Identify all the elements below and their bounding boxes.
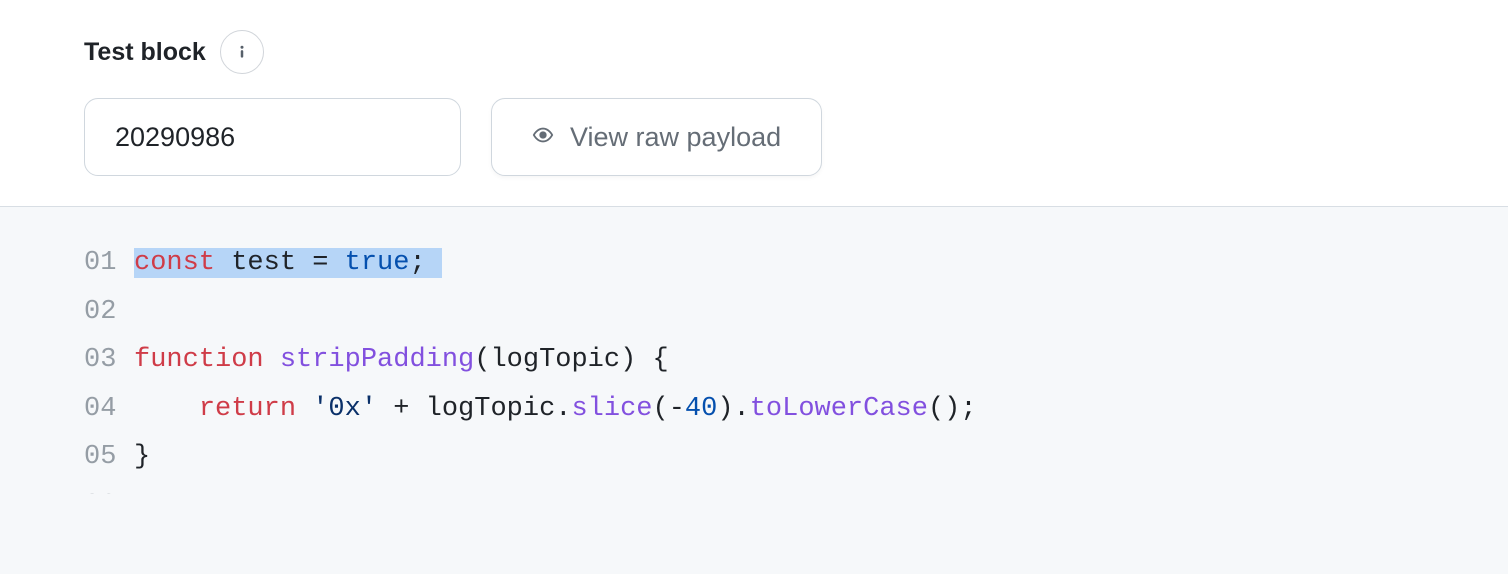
block-number-input[interactable]: [84, 98, 461, 176]
view-raw-label: View raw payload: [570, 122, 781, 153]
line-content[interactable]: return '0x' + logTopic.slice(-40).toLowe…: [134, 385, 1424, 434]
code-line[interactable]: 05}: [84, 433, 1424, 482]
selection-highlight: const test = true;: [134, 248, 442, 278]
line-content[interactable]: }: [134, 433, 1424, 482]
line-number: 01: [84, 239, 134, 288]
eye-icon: [532, 122, 554, 153]
line-number: 05: [84, 433, 134, 482]
line-content[interactable]: function stripPadding(logTopic) {: [134, 336, 1424, 385]
view-raw-payload-button[interactable]: View raw payload: [491, 98, 822, 176]
code-line[interactable]: 03function stripPadding(logTopic) {: [84, 336, 1424, 385]
code-line[interactable]: 04 return '0x' + logTopic.slice(-40).toL…: [84, 385, 1424, 434]
code-line[interactable]: 02: [84, 288, 1424, 337]
label-row: Test block: [84, 30, 1424, 74]
line-number: 03: [84, 336, 134, 385]
line-number: 06: [84, 482, 134, 494]
controls-row: View raw payload: [84, 98, 1424, 176]
code-editor[interactable]: 01const test = true; 0203function stripP…: [0, 206, 1508, 574]
line-number: 04: [84, 385, 134, 434]
line-content[interactable]: const test = true;: [134, 239, 1424, 288]
header-section: Test block View raw payload: [0, 0, 1508, 206]
info-icon[interactable]: [220, 30, 264, 74]
line-number: 02: [84, 288, 134, 337]
code-line[interactable]: 06: [84, 482, 1424, 494]
section-label: Test block: [84, 38, 206, 67]
code-line[interactable]: 01const test = true;: [84, 239, 1424, 288]
